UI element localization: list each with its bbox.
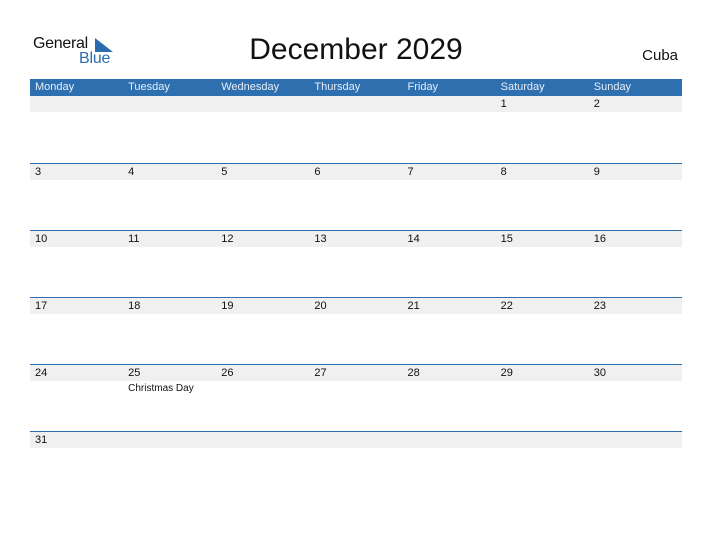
day-number: 18 — [128, 300, 141, 312]
day-number: 28 — [407, 367, 420, 379]
day-cell: 23 — [589, 298, 682, 314]
day-cell: 18 — [123, 298, 216, 314]
day-cell: 5 — [216, 164, 309, 180]
day-cell: 16 — [589, 231, 682, 247]
day-cell: 7 — [403, 164, 496, 180]
day-number: 16 — [593, 233, 606, 245]
day-cell — [216, 432, 309, 448]
weekday-header: Monday Tuesday Wednesday Thursday Friday Satu… — [30, 79, 682, 96]
day-number: 6 — [314, 166, 321, 178]
day-number: 22 — [500, 300, 513, 312]
date-strip: 24 25 Christmas Day 26 27 28 29 30 — [30, 365, 682, 394]
day-cell — [496, 432, 589, 448]
day-cell: 10 — [30, 231, 123, 247]
day-cell — [123, 96, 216, 112]
day-number: 25 — [128, 367, 141, 379]
day-number: 1 — [500, 98, 507, 110]
day-cell: 12 — [216, 231, 309, 247]
day-number: 4 — [128, 166, 135, 178]
day-cell: 8 — [496, 164, 589, 180]
day-cell: 13 — [309, 231, 402, 247]
day-cell — [403, 432, 496, 448]
day-number: 11 — [128, 233, 140, 245]
day-cell — [309, 432, 402, 448]
country-label: Cuba — [642, 47, 678, 64]
day-number: 10 — [35, 233, 48, 245]
day-cell — [589, 432, 682, 448]
day-number: 17 — [35, 300, 48, 312]
date-strip: 31 — [30, 432, 682, 448]
day-cell: 6 — [309, 164, 402, 180]
weekday-wednesday: Wednesday — [221, 81, 280, 93]
day-number: 26 — [221, 367, 234, 379]
date-strip: 3 4 5 6 7 8 9 — [30, 164, 682, 180]
day-cell: 21 — [403, 298, 496, 314]
weekday-thursday: Thursday — [314, 81, 361, 93]
day-cell — [216, 96, 309, 112]
day-cell: 14 — [403, 231, 496, 247]
day-number: 27 — [314, 367, 327, 379]
calendar-grid: Monday Tuesday Wednesday Thursday Friday Satu… — [30, 79, 682, 498]
calendar-title: December 2029 — [249, 33, 463, 66]
day-number: 29 — [500, 367, 513, 379]
week-row: 24 25 Christmas Day 26 27 28 29 30 — [30, 364, 682, 431]
day-number: 8 — [500, 166, 507, 178]
day-number: 15 — [500, 233, 513, 245]
day-cell: 19 — [216, 298, 309, 314]
date-strip: 12 — [30, 96, 682, 112]
day-cell: 22 — [496, 298, 589, 314]
day-cell: 11 — [123, 231, 216, 247]
day-number: 5 — [221, 166, 228, 178]
week-row: 12 — [30, 96, 682, 163]
week-row: 3 4 5 6 7 8 9 — [30, 163, 682, 230]
day-cell: 31 — [30, 432, 123, 448]
day-cell — [123, 432, 216, 448]
day-cell: 17 — [30, 298, 123, 314]
day-cell: 29 — [496, 365, 589, 381]
day-number: 30 — [593, 367, 606, 379]
date-strip: 10 11 12 13 14 15 16 — [30, 231, 682, 247]
day-cell: 30 — [589, 365, 682, 381]
day-number: 2 — [593, 98, 600, 110]
week-row: 10 11 12 13 14 15 16 — [30, 230, 682, 297]
weekday-sunday: Sunday — [593, 81, 632, 93]
day-cell: 25 Christmas Day — [123, 365, 216, 394]
day-cell — [30, 96, 123, 112]
day-number: 20 — [314, 300, 327, 312]
weekday-monday: Monday — [35, 81, 75, 93]
weekday-friday: Friday — [407, 81, 439, 93]
day-cell: 28 — [403, 365, 496, 381]
day-cell: 15 — [496, 231, 589, 247]
day-cell — [309, 96, 402, 112]
day-number: 3 — [35, 166, 42, 178]
day-cell: 26 — [216, 365, 309, 381]
day-cell: 2 — [589, 96, 682, 112]
day-number: 24 — [35, 367, 48, 379]
day-cell: 24 — [30, 365, 123, 381]
day-cell — [403, 96, 496, 112]
day-cell: 27 — [309, 365, 402, 381]
day-number: 13 — [314, 233, 327, 245]
day-cell: 3 — [30, 164, 123, 180]
date-strip: 17 18 19 20 21 22 23 — [30, 298, 682, 314]
weekday-saturday: Saturday — [500, 81, 545, 93]
day-number: 19 — [221, 300, 234, 312]
day-number: 14 — [407, 233, 420, 245]
day-cell: 1 — [496, 96, 589, 112]
day-cell: 20 — [309, 298, 402, 314]
day-number: 7 — [407, 166, 414, 178]
weekday-tuesday: Tuesday — [128, 81, 170, 93]
day-number: 31 — [35, 434, 48, 446]
holiday-label: Christmas Day — [128, 383, 194, 394]
week-row: 17 18 19 20 21 22 23 — [30, 297, 682, 364]
day-cell: 4 — [123, 164, 216, 180]
day-number: 21 — [407, 300, 420, 312]
day-number: 23 — [593, 300, 606, 312]
day-cell: 9 — [589, 164, 682, 180]
day-number: 12 — [221, 233, 234, 245]
day-number: 9 — [593, 166, 600, 178]
week-row: 31 — [30, 431, 682, 498]
